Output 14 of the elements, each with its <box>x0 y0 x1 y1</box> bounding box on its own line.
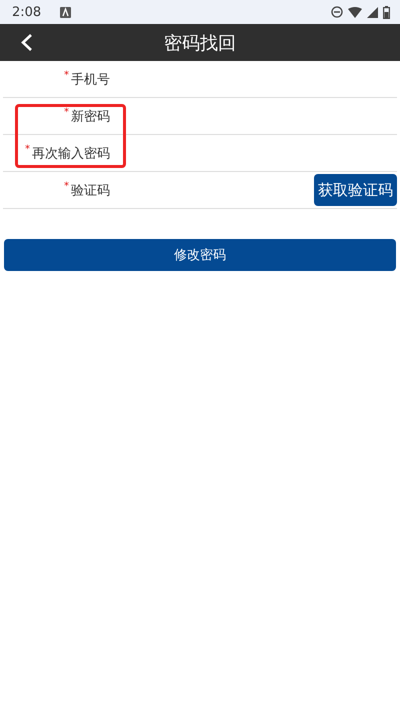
back-icon[interactable] <box>20 33 34 52</box>
field-label: $^{*}$再次输入密码 <box>24 144 110 162</box>
field-label: $^{*}$验证码 <box>63 180 110 200</box>
battery-icon <box>383 6 390 18</box>
field-label: $^{*}$新密码 <box>63 106 110 126</box>
signal-icon <box>367 6 378 18</box>
notification-icon <box>60 6 72 18</box>
do-not-disturb-icon <box>331 6 343 18</box>
field-label: $^{*}$手机号 <box>63 70 110 88</box>
get-code-button[interactable]: 获取验证码 <box>314 174 397 206</box>
status-time: 2:08 <box>12 4 42 20</box>
page-title: 密码找回 <box>164 32 236 54</box>
submit-button[interactable]: 修改密码 <box>4 239 396 271</box>
wifi-icon <box>348 6 362 18</box>
